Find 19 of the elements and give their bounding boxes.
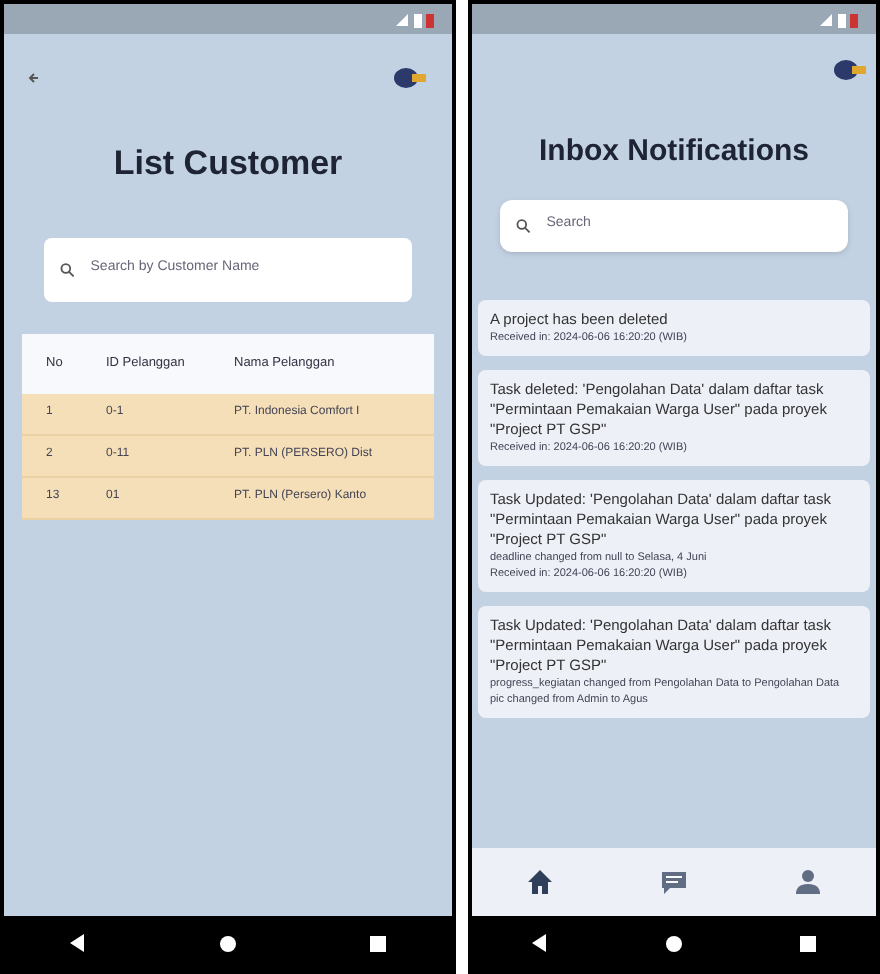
page-title: Inbox Notifications: [537, 132, 811, 172]
chat-icon[interactable]: [659, 868, 688, 896]
back-icon[interactable]: [70, 934, 87, 952]
recents-square-icon[interactable]: [800, 935, 817, 951]
logo-icon: [832, 58, 868, 82]
home-circle-icon[interactable]: [219, 935, 236, 951]
logo-icon: [392, 66, 428, 90]
back-icon[interactable]: [531, 934, 548, 952]
person-icon[interactable]: [794, 868, 823, 896]
home-icon[interactable]: [525, 868, 554, 896]
back-arrow-icon[interactable]: [28, 72, 40, 84]
search-icon: [516, 217, 531, 233]
home-circle-icon[interactable]: [665, 935, 682, 951]
recents-square-icon[interactable]: [369, 935, 386, 951]
status-icons: [396, 11, 436, 27]
status-icons: [820, 11, 860, 27]
search-icon: [60, 261, 75, 277]
page-title: List Customer: [111, 142, 345, 186]
notification-card[interactable]: [478, 605, 870, 717]
